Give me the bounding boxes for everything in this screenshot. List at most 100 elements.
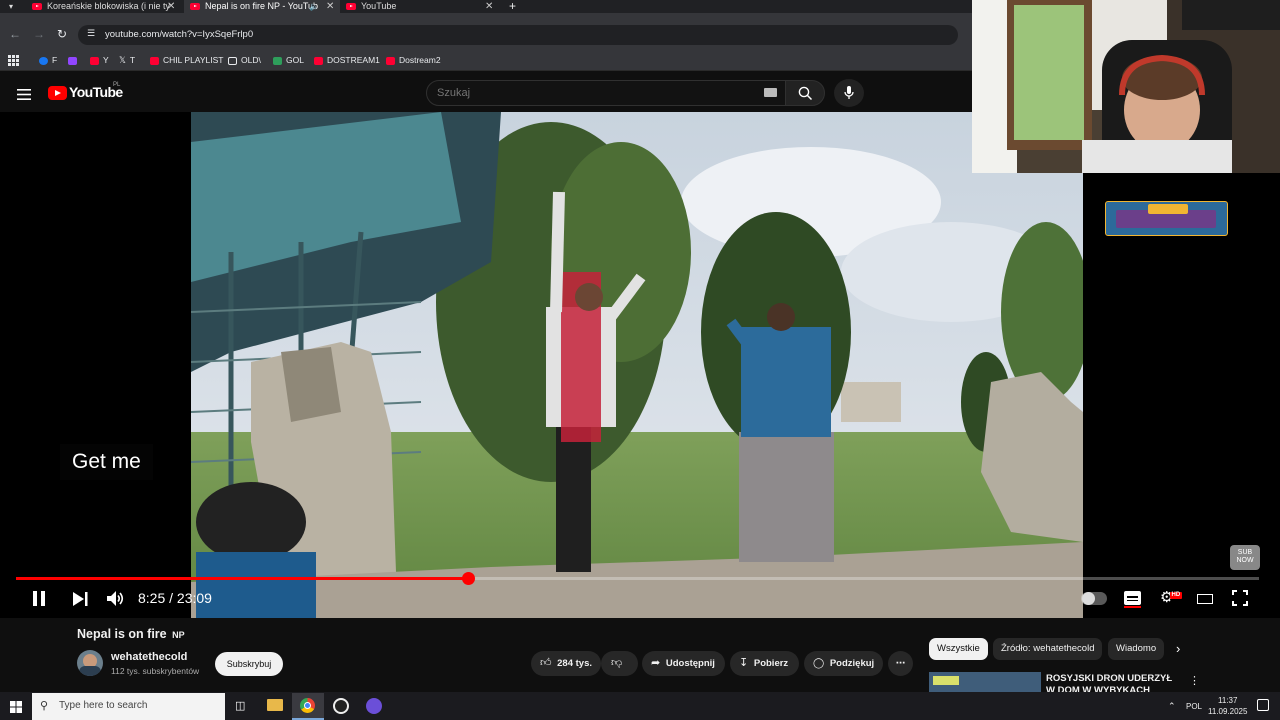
chevron-right-icon[interactable]: › xyxy=(1176,641,1180,656)
close-tab-2-icon[interactable]: ✕ xyxy=(326,0,334,13)
more-actions-icon[interactable]: ⋯ xyxy=(888,651,913,676)
subscriber-count: 112 tys. subskrybentów xyxy=(111,666,200,676)
close-tab-1-icon[interactable]: ✕ xyxy=(167,0,175,13)
video-frame[interactable] xyxy=(191,112,1083,618)
bookmark-gol[interactable]: GOL xyxy=(273,54,304,66)
language-indicator[interactable]: POL xyxy=(1186,702,1202,712)
tray-chevron-up-icon[interactable]: ⌃ xyxy=(1168,701,1176,711)
youtube-icon xyxy=(314,56,323,65)
chrome-taskbar-button[interactable] xyxy=(292,693,324,720)
youtube-icon xyxy=(386,56,395,65)
video-title: Nepal is on fire NP xyxy=(77,627,185,641)
clock-date[interactable]: 11.09.2025 xyxy=(1208,707,1247,717)
youtube-logo-icon[interactable] xyxy=(48,86,67,100)
url-text[interactable]: youtube.com/watch?v=IyxSqeFrlp0 xyxy=(105,28,253,42)
media-app-icon[interactable] xyxy=(333,698,349,714)
file-explorer-icon[interactable] xyxy=(267,699,283,711)
bookmark-dostream2[interactable]: Dostream2 xyxy=(386,54,441,66)
youtube-favicon-icon xyxy=(346,3,356,11)
fullscreen-button[interactable] xyxy=(1232,590,1248,606)
autoplay-toggle[interactable] xyxy=(1081,592,1107,605)
chip-news[interactable]: Wiadomo xyxy=(1108,638,1164,660)
progress-played xyxy=(16,577,468,580)
region-label: PL xyxy=(113,82,121,88)
search-icon xyxy=(798,86,813,101)
search-button[interactable] xyxy=(785,80,825,106)
bookmark-facebook[interactable]: F xyxy=(39,54,57,66)
microphone-icon xyxy=(844,86,854,99)
bookmark-youtube[interactable]: Y xyxy=(90,54,109,66)
menu-icon[interactable] xyxy=(17,87,31,100)
task-view-icon[interactable]: ◫ xyxy=(235,699,245,712)
folder-icon xyxy=(228,56,237,65)
bookmark-dostream1[interactable]: DOSTREAM1 xyxy=(314,54,380,66)
skip-next-icon xyxy=(73,592,88,606)
windows-start-icon[interactable] xyxy=(10,700,22,713)
x-logo-icon: 𝕏 xyxy=(119,55,126,65)
clock-time[interactable]: 11:37 xyxy=(1218,696,1237,706)
share-button[interactable]: ➦ Udostępnij xyxy=(642,651,725,676)
tab-audio-icon[interactable]: 🔈 xyxy=(309,0,319,13)
close-tab-3-icon[interactable]: ✕ xyxy=(485,0,493,13)
pause-button[interactable] xyxy=(32,591,46,606)
channel-name[interactable]: wehatethecold xyxy=(111,651,187,663)
taskbar-search-icon: ⚲ xyxy=(40,700,49,712)
subscribe-watermark[interactable]: SUB NOW xyxy=(1230,545,1260,570)
new-tab-button[interactable]: + xyxy=(509,0,516,13)
youtube-icon xyxy=(150,56,159,65)
like-button[interactable]: 👍︎ 284 tys. xyxy=(531,651,601,676)
reload-icon[interactable]: ↻ xyxy=(57,27,67,41)
twitch-icon xyxy=(68,56,77,65)
thanks-button[interactable]: ◯ Podziękuj xyxy=(804,651,883,676)
banner-thumbnail[interactable] xyxy=(1105,201,1228,236)
gol-icon xyxy=(273,56,282,65)
apps-grid-icon[interactable] xyxy=(8,53,19,66)
next-video-thumbnail[interactable] xyxy=(929,672,1041,692)
notifications-icon[interactable] xyxy=(1257,699,1269,711)
autoplay-knob-icon xyxy=(1082,592,1095,605)
chip-source[interactable]: Źródło: wehatethecold xyxy=(993,638,1103,660)
taskbar-search-placeholder[interactable]: Type here to search xyxy=(59,700,147,711)
search-input[interactable] xyxy=(426,80,786,106)
subscribe-button[interactable]: Subskrybuj xyxy=(215,652,283,676)
site-info-icon[interactable]: ☰ xyxy=(87,28,95,39)
back-arrow-icon[interactable]: ← xyxy=(9,27,21,41)
tab-1[interactable]: Koreańskie blokowiska (i nie ty xyxy=(26,0,184,13)
volume-button[interactable] xyxy=(107,591,125,606)
kebab-menu-icon[interactable]: ⋮ xyxy=(1189,674,1200,687)
tab-list-button[interactable]: ▾ xyxy=(0,0,26,13)
youtube-favicon-icon xyxy=(190,3,200,11)
voice-search-button[interactable] xyxy=(834,79,864,107)
bookmark-chil-playlist[interactable]: CHIL PLAYLIST xyxy=(150,54,223,66)
thumbs-up-icon: 👍︎ xyxy=(540,657,552,669)
thanks-icon: ◯ xyxy=(813,658,825,669)
facebook-icon xyxy=(39,56,48,65)
webcam-image xyxy=(972,0,1280,173)
download-icon: ↧ xyxy=(739,657,749,669)
bookmark-twitch[interactable] xyxy=(68,54,81,66)
next-button[interactable] xyxy=(73,592,88,606)
next-video-title[interactable]: ROSYJSKI DRON UDERZYŁ W DOM W WYBYKACH xyxy=(1046,673,1181,692)
flag-label: NP xyxy=(172,630,185,640)
dislike-button[interactable]: 👎︎ xyxy=(601,651,638,676)
volume-icon xyxy=(107,591,124,606)
channel-avatar[interactable] xyxy=(77,650,103,676)
chip-all[interactable]: Wszystkie xyxy=(929,638,988,660)
forward-arrow-icon[interactable]: → xyxy=(33,27,45,41)
hd-badge: HD xyxy=(1170,592,1182,599)
tab-3[interactable]: YouTube xyxy=(340,0,500,13)
bookmark-x[interactable]: 𝕏T xyxy=(119,54,135,66)
subtitles-button[interactable] xyxy=(1124,591,1141,608)
fullscreen-icon xyxy=(1232,590,1248,606)
download-button[interactable]: ↧ Pobierz xyxy=(730,651,799,676)
thumbs-down-icon: 👎︎ xyxy=(611,657,623,669)
progress-scrubber[interactable] xyxy=(462,572,475,585)
subtitle-caption: Get me xyxy=(60,444,153,480)
discord-icon[interactable] xyxy=(366,698,382,714)
time-display: 8:25 / 23:09 xyxy=(138,590,212,606)
video-scene-image xyxy=(191,112,1083,618)
share-icon: ➦ xyxy=(651,657,661,669)
theater-mode-icon[interactable] xyxy=(1197,594,1213,604)
keyboard-icon[interactable] xyxy=(764,88,777,97)
bookmark-folder-old[interactable]: OLD\ xyxy=(228,54,261,66)
